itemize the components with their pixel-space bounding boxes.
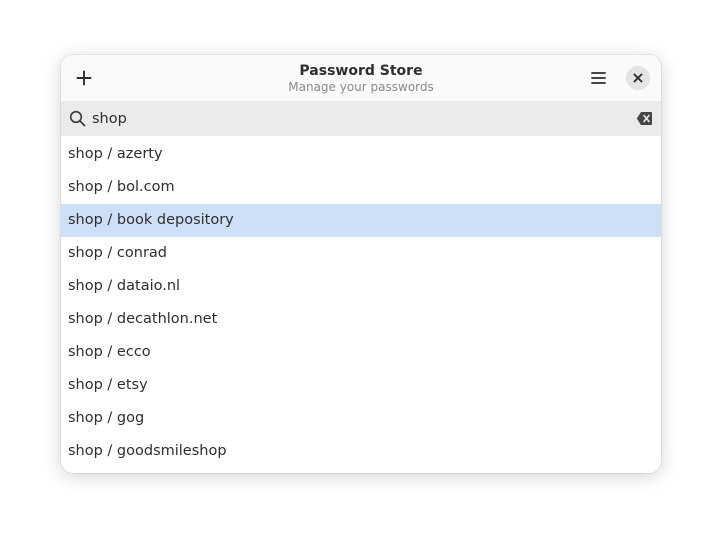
list-item-selected[interactable]: shop / book depository (61, 204, 661, 237)
list-item[interactable]: shop / dataio.nl (61, 270, 661, 303)
list-item[interactable]: shop / gog (61, 402, 661, 435)
close-button[interactable] (626, 66, 650, 90)
clear-search-icon[interactable] (636, 111, 653, 126)
main-menu-button[interactable] (583, 63, 613, 93)
search-icon (69, 110, 86, 127)
window-subtitle: Manage your passwords (288, 80, 434, 94)
add-password-button[interactable] (69, 63, 99, 93)
window-titles: Password Store Manage your passwords (211, 62, 511, 95)
list-item[interactable]: shop / azerty (61, 138, 661, 171)
close-icon (633, 73, 643, 83)
hamburger-menu-icon (590, 72, 606, 84)
password-list: shop / azerty shop / bol.com shop / book… (61, 138, 661, 468)
header-bar: Password Store Manage your passwords (61, 55, 661, 101)
search-input[interactable] (92, 105, 622, 132)
plus-icon (76, 70, 92, 86)
list-item[interactable]: shop / etsy (61, 369, 661, 402)
window-title: Password Store (299, 63, 423, 79)
list-item[interactable]: shop / ecco (61, 336, 661, 369)
list-item[interactable]: shop / conrad (61, 237, 661, 270)
list-item[interactable]: shop / bol.com (61, 171, 661, 204)
search-bar (61, 101, 661, 136)
list-item[interactable]: shop / goodsmileshop (61, 435, 661, 468)
list-item[interactable]: shop / decathlon.net (61, 303, 661, 336)
password-store-window: Password Store Manage your passwords sho… (61, 55, 661, 473)
